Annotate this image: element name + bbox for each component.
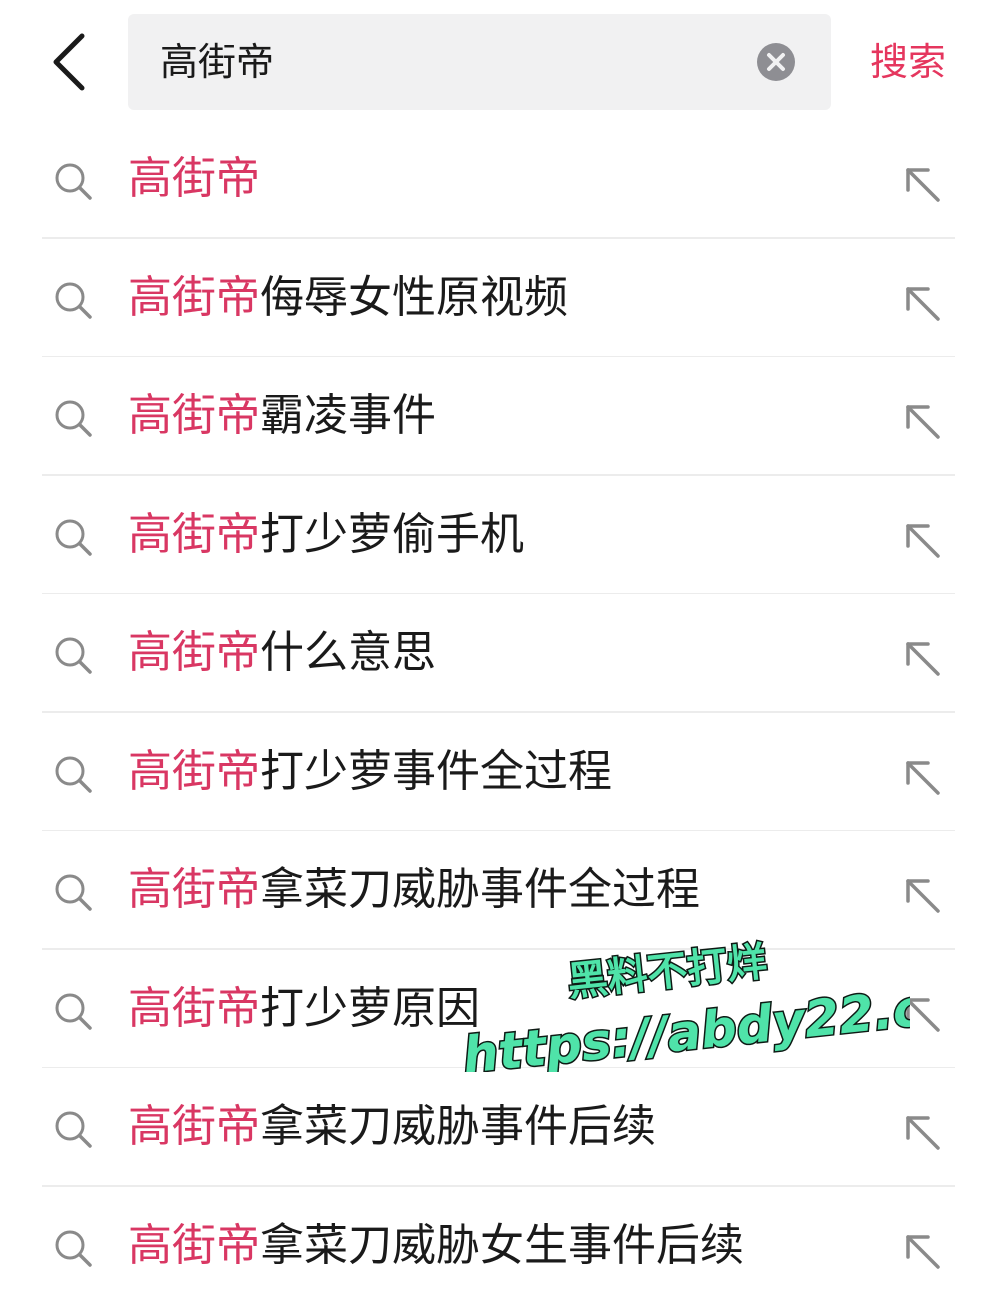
suggestion-item[interactable]: 高街帝霸凌事件 — [0, 357, 997, 476]
suggestion-highlight: 高街帝 — [128, 153, 260, 204]
suggestion-item[interactable]: 高街帝什么意思 — [0, 594, 997, 713]
suggestion-rest: 侮辱女性原视频 — [260, 272, 568, 323]
top-bar: 搜索 — [0, 0, 997, 120]
suggestion-text: 高街帝什么意思 — [128, 594, 436, 713]
suggestion-item[interactable]: 高街帝打少萝事件全过程 — [0, 713, 997, 832]
suggestion-text: 高街帝拿菜刀威胁事件后续 — [128, 1068, 656, 1187]
suggestion-item[interactable]: 高街帝侮辱女性原视频 — [0, 239, 997, 358]
suggestion-highlight: 高街帝 — [128, 627, 260, 678]
search-icon — [52, 1227, 94, 1269]
suggestion-rest: 霸凌事件 — [260, 390, 436, 441]
suggestion-text: 高街帝打少萝偷手机 — [128, 476, 524, 595]
search-icon — [52, 1108, 94, 1150]
fill-arrow-up-left-icon[interactable] — [900, 281, 944, 325]
suggestion-highlight: 高街帝 — [128, 1101, 260, 1152]
clear-circle-icon — [756, 42, 796, 82]
suggestion-rest: 打少萝事件全过程 — [260, 746, 612, 797]
chevron-left-icon — [40, 28, 100, 96]
suggestion-highlight: 高街帝 — [128, 983, 260, 1034]
suggestion-item[interactable]: 高街帝 — [0, 120, 997, 239]
search-icon — [52, 634, 94, 676]
suggestion-highlight: 高街帝 — [128, 509, 260, 560]
fill-arrow-up-left-icon[interactable] — [900, 992, 944, 1036]
search-icon — [52, 397, 94, 439]
fill-arrow-up-left-icon[interactable] — [900, 399, 944, 443]
suggestion-text: 高街帝拿菜刀威胁女生事件后续 — [128, 1187, 744, 1305]
clear-button[interactable] — [756, 42, 796, 82]
fill-arrow-up-left-icon[interactable] — [900, 162, 944, 206]
search-icon — [52, 990, 94, 1032]
suggestion-item[interactable]: 高街帝拿菜刀威胁事件全过程 — [0, 831, 997, 950]
suggestion-text: 高街帝 — [128, 120, 260, 239]
search-submit-button[interactable]: 搜索 — [870, 34, 946, 90]
search-icon — [52, 279, 94, 321]
suggestion-highlight: 高街帝 — [128, 864, 260, 915]
suggestion-list: 高街帝 高街帝侮辱女性原视频 高街帝霸凌事件 高街帝打少萝偷手机 高街帝什么意思… — [0, 120, 997, 1305]
search-icon — [52, 753, 94, 795]
suggestion-text: 高街帝侮辱女性原视频 — [128, 239, 568, 358]
suggestion-highlight: 高街帝 — [128, 272, 260, 323]
suggestion-text: 高街帝打少萝原因 — [128, 950, 480, 1069]
suggestion-rest: 拿菜刀威胁女生事件后续 — [260, 1220, 744, 1271]
search-icon — [52, 516, 94, 558]
suggestion-text: 高街帝拿菜刀威胁事件全过程 — [128, 831, 700, 950]
fill-arrow-up-left-icon[interactable] — [900, 755, 944, 799]
fill-arrow-up-left-icon[interactable] — [900, 873, 944, 917]
suggestion-rest: 什么意思 — [260, 627, 436, 678]
suggestion-highlight: 高街帝 — [128, 390, 260, 441]
suggestion-rest: 打少萝偷手机 — [260, 509, 524, 560]
fill-arrow-up-left-icon[interactable] — [900, 518, 944, 562]
back-button[interactable] — [40, 28, 100, 96]
suggestion-text: 高街帝霸凌事件 — [128, 357, 436, 476]
fill-arrow-up-left-icon[interactable] — [900, 636, 944, 680]
suggestion-item[interactable]: 高街帝拿菜刀威胁事件后续 — [0, 1068, 997, 1187]
search-icon — [52, 871, 94, 913]
suggestion-rest: 拿菜刀威胁事件后续 — [260, 1101, 656, 1152]
suggestion-highlight: 高街帝 — [128, 746, 260, 797]
search-input[interactable] — [160, 14, 740, 110]
fill-arrow-up-left-icon[interactable] — [900, 1110, 944, 1154]
suggestion-item[interactable]: 高街帝打少萝偷手机 — [0, 476, 997, 595]
suggestion-item[interactable]: 高街帝拿菜刀威胁女生事件后续 — [0, 1187, 997, 1305]
search-box[interactable] — [128, 14, 831, 110]
suggestion-text: 高街帝打少萝事件全过程 — [128, 713, 612, 832]
search-icon — [52, 160, 94, 202]
suggestion-highlight: 高街帝 — [128, 1220, 260, 1271]
fill-arrow-up-left-icon[interactable] — [900, 1229, 944, 1273]
suggestion-item[interactable]: 高街帝打少萝原因 — [0, 950, 997, 1069]
suggestion-rest: 打少萝原因 — [260, 983, 480, 1034]
suggestion-rest: 拿菜刀威胁事件全过程 — [260, 864, 700, 915]
